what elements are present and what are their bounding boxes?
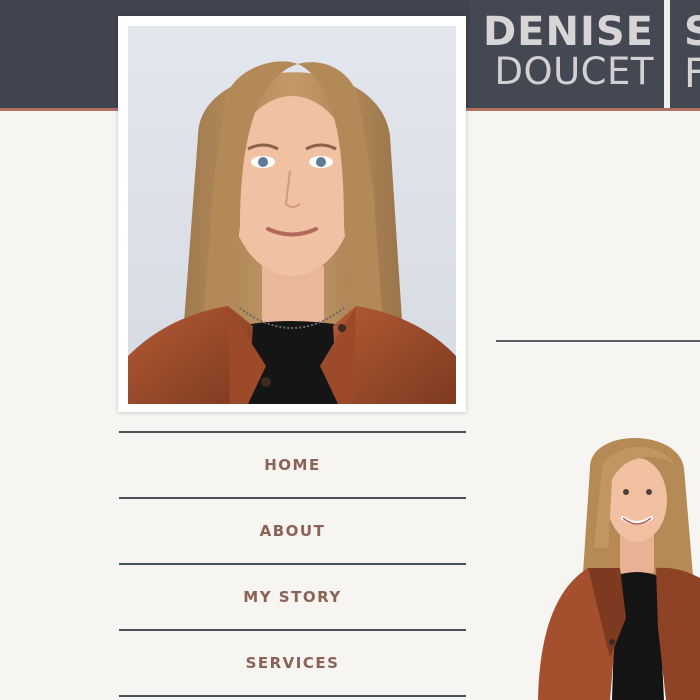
nav-item-services[interactable]: SERVICES [119, 631, 466, 695]
nav-item-my-story[interactable]: MY STORY [119, 565, 466, 629]
nav-item-home[interactable]: HOME [119, 433, 466, 497]
secondary-photo [528, 428, 700, 700]
next-block-line1: S [684, 9, 700, 55]
nav-item-about[interactable]: ABOUT [119, 499, 466, 563]
logo-last-name: DOUCET [494, 50, 654, 93]
logo-first-name: DENISE [482, 9, 654, 55]
content-divider [496, 340, 700, 342]
portrait-frame [118, 16, 466, 412]
main-nav: HOME ABOUT MY STORY SERVICES [119, 431, 466, 697]
header-next-block: S F [670, 0, 700, 108]
next-block-line2: F [684, 51, 700, 97]
portrait-photo [128, 26, 456, 404]
nav-divider [119, 695, 466, 697]
site-logo[interactable]: DENISE DOUCET [470, 0, 664, 108]
